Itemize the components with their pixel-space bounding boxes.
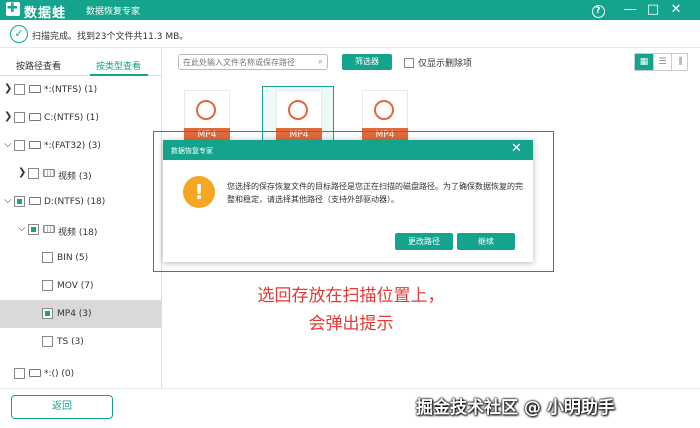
drive-icon	[29, 369, 41, 377]
scan-status-text: 扫描完成。找到23个文件共11.3 MB。	[32, 32, 189, 42]
drive-icon	[29, 197, 41, 205]
dialog-header: 数据恢复专家 ✕	[163, 140, 533, 160]
checkbox[interactable]	[14, 84, 25, 95]
tree-item[interactable]: BIN (5)	[0, 244, 161, 272]
checkbox[interactable]	[42, 280, 53, 291]
tree-item[interactable]: ⌵ 视频 (18)	[0, 216, 161, 244]
checkbox[interactable]	[42, 336, 53, 347]
checkbox-checked[interactable]	[42, 308, 53, 319]
checkbox[interactable]	[14, 368, 25, 379]
video-folder-icon	[43, 225, 55, 233]
search-input[interactable]	[183, 57, 307, 68]
view-tabs: 按路径查看 按类型查看	[0, 48, 161, 76]
checkbox[interactable]	[14, 140, 25, 151]
video-file-icon	[374, 100, 394, 120]
list-view-icon[interactable]: ☰	[653, 54, 671, 70]
app-logo: ✚ 数据蛙	[6, 2, 66, 21]
video-file-icon	[288, 100, 308, 120]
chevron-right-icon[interactable]: ❯	[18, 167, 26, 178]
checkbox[interactable]	[42, 252, 53, 263]
tree-item-label: 视频 (18)	[58, 228, 98, 238]
left-panel: 按路径查看 按类型查看 ❯ *:(NTFS) (1) ❯ C:(NTFS) (1…	[0, 48, 162, 388]
warning-icon: !	[183, 176, 215, 208]
app-logo-text: 数据蛙	[24, 6, 67, 21]
annotation-line-2: 会弹出提示	[308, 314, 394, 334]
chevron-down-icon[interactable]: ⌵	[4, 195, 12, 206]
bottom-bar: 返回 掘金技术社区 @ 小明助手	[0, 388, 700, 428]
chevron-down-icon[interactable]: ⌵	[18, 223, 26, 234]
search-icon[interactable]: ⌕	[318, 57, 323, 67]
tree-item[interactable]: ❯ *:(NTFS) (1)	[0, 76, 161, 104]
drive-icon	[29, 141, 41, 149]
drive-icon	[29, 85, 41, 93]
chevron-down-icon[interactable]: ⌵	[4, 139, 12, 150]
tab-by-type[interactable]: 按类型查看	[96, 59, 141, 72]
only-deleted-toggle[interactable]: 仅显示删除项	[404, 56, 472, 69]
back-button[interactable]: 返回	[11, 395, 113, 419]
only-deleted-label: 仅显示删除项	[418, 59, 473, 69]
title-bar: ✚ 数据蛙 数据恢复专家 ? — □ ✕	[0, 0, 700, 21]
tree-item[interactable]: TS (3)	[0, 328, 161, 356]
dialog-title: 数据恢复专家	[171, 147, 213, 155]
continue-button[interactable]: 继续	[457, 233, 515, 250]
dialog-close-icon[interactable]: ✕	[511, 142, 522, 156]
watermark-text: 掘金技术社区 @ 小明助手	[416, 398, 615, 418]
tree-item[interactable]: *:() (0)	[0, 360, 161, 388]
video-folder-icon	[43, 169, 55, 177]
checkbox[interactable]	[28, 168, 39, 179]
annotation-text: 选回存放在扫描位置上， 会弹出提示	[236, 282, 466, 338]
video-file-icon	[196, 100, 216, 120]
dialog-message: 您选择的保存恢复文件的目标路径是您正在扫描的磁盘路径。为了确保数据恢复的完整和稳…	[227, 182, 523, 204]
tree-item[interactable]: MOV (7)	[0, 272, 161, 300]
tree-item[interactable]: ⌵ D:(NTFS) (18)	[0, 188, 161, 216]
minimize-button[interactable]: —	[622, 2, 638, 18]
app-subtitle: 数据恢复专家	[86, 7, 141, 17]
detail-view-icon[interactable]: ⫼	[671, 54, 689, 70]
toolbar: ⌕ 筛选器 仅显示删除项 ▦ ☰ ⫼	[162, 48, 700, 76]
tree-item-label: MOV (7)	[57, 281, 94, 291]
search-box[interactable]: ⌕	[178, 54, 328, 70]
help-button[interactable]: ?	[590, 2, 606, 18]
tree-item[interactable]: ⌵ *:(FAT32) (3)	[0, 132, 161, 160]
checkbox[interactable]	[404, 58, 414, 68]
checkbox[interactable]	[14, 112, 25, 123]
chevron-right-icon[interactable]: ❯	[4, 111, 12, 122]
close-button[interactable]: ✕	[668, 2, 684, 18]
checkbox-partial[interactable]	[28, 224, 39, 235]
change-path-button[interactable]: 更改路径	[395, 233, 453, 250]
check-circle-icon: ✓	[10, 25, 28, 43]
tree-item-label: 视频 (3)	[58, 172, 92, 182]
tree-item-label: BIN (5)	[57, 253, 89, 263]
tree-item[interactable]: ❯ C:(NTFS) (1)	[0, 104, 161, 132]
warning-dialog: 数据恢复专家 ✕ ! 您选择的保存恢复文件的目标路径是您正在扫描的磁盘路径。为了…	[163, 140, 533, 262]
checkbox-partial[interactable]	[14, 196, 25, 207]
tree-item-selected[interactable]: MP4 (3)	[0, 300, 161, 328]
view-mode-switch: ▦ ☰ ⫼	[634, 53, 688, 71]
grid-view-icon[interactable]: ▦	[635, 54, 653, 70]
maximize-button[interactable]: □	[645, 2, 661, 18]
filter-button[interactable]: 筛选器	[342, 54, 392, 70]
tab-by-path[interactable]: 按路径查看	[16, 59, 61, 72]
tree-item-label: *:(NTFS) (1)	[44, 85, 98, 95]
tree-item-label: *:() (0)	[44, 369, 75, 379]
drive-icon	[29, 113, 41, 121]
annotation-line-1: 选回存放在扫描位置上，	[257, 286, 445, 306]
tree-item-label: C:(NTFS) (1)	[44, 113, 99, 123]
tree-item-label: MP4 (3)	[57, 309, 92, 319]
scan-status: ✓ 扫描完成。找到23个文件共11.3 MB。	[0, 20, 700, 48]
tree-item-label: TS (3)	[57, 337, 84, 347]
tree-item[interactable]: ❯ 视频 (3)	[0, 160, 161, 188]
help-icon: ?	[591, 5, 605, 18]
chevron-right-icon[interactable]: ❯	[4, 83, 12, 94]
tree-item-label: D:(NTFS) (18)	[44, 197, 106, 207]
tree-item-label: *:(FAT32) (3)	[44, 141, 101, 151]
logo-plus-icon: ✚	[6, 1, 20, 16]
